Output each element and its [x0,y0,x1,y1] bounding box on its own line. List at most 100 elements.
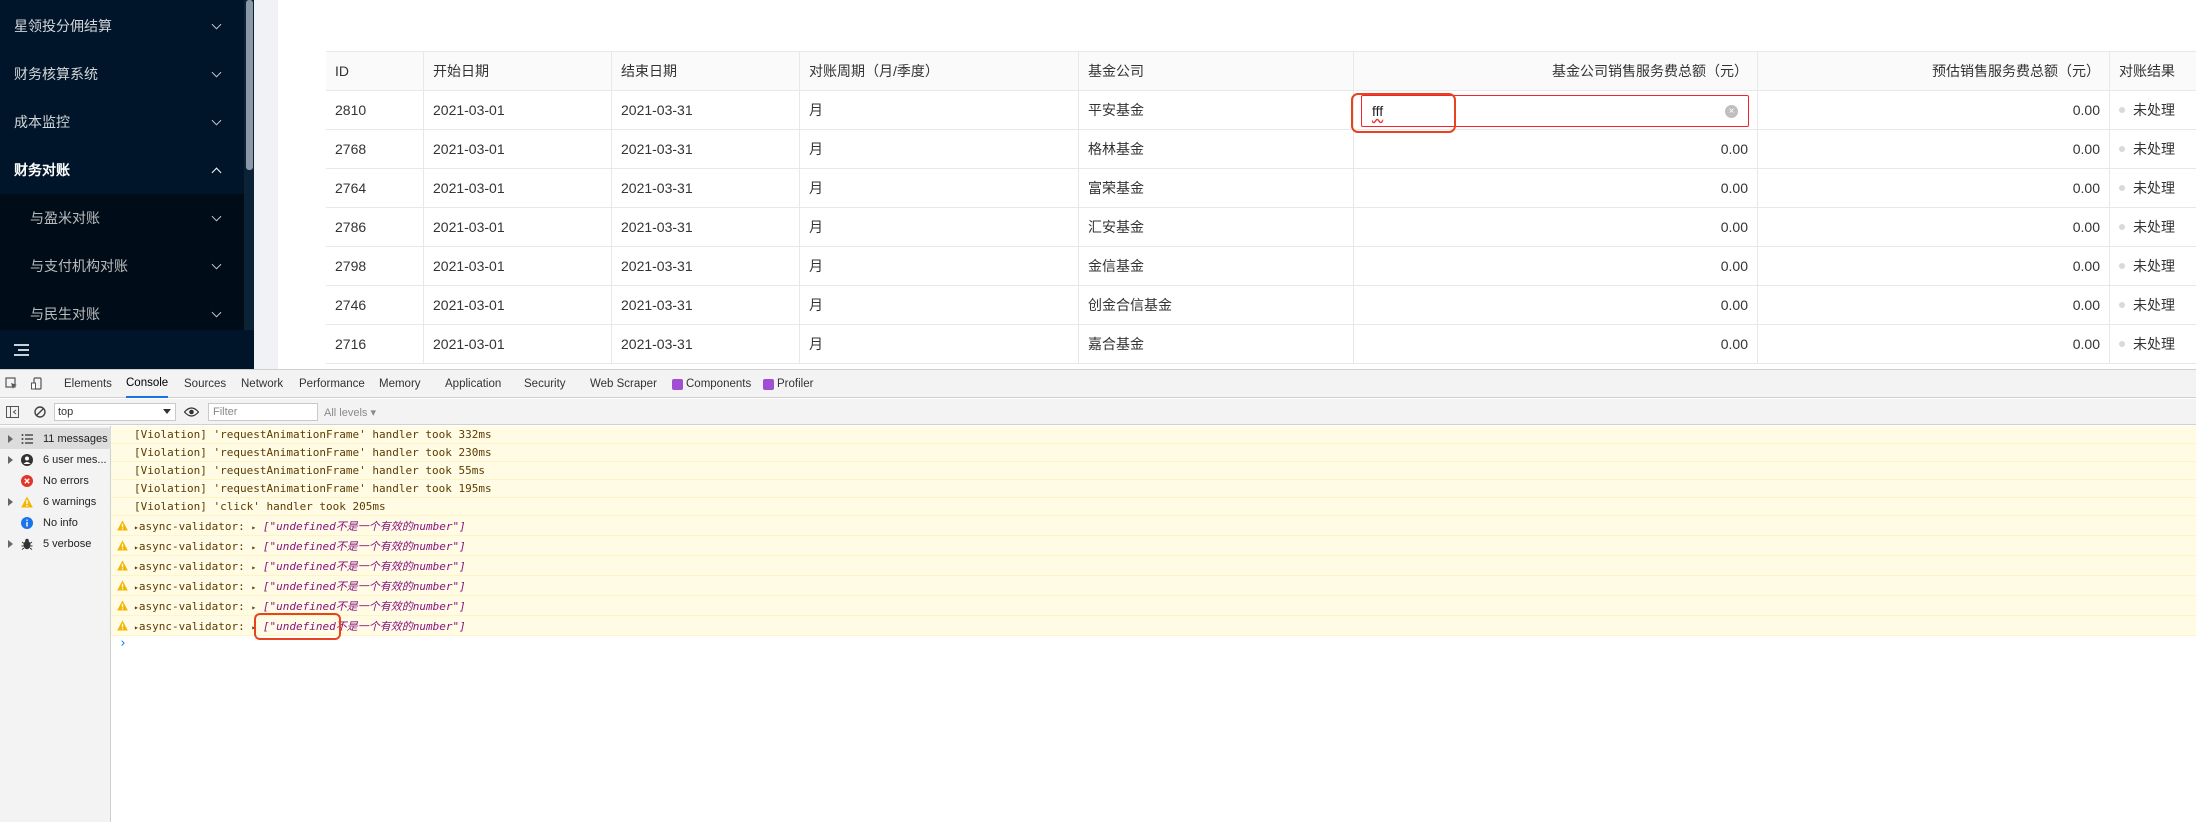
console-sidebar-label: 6 warnings [43,495,97,508]
table-cell-start: 2021-03-01 [424,325,612,364]
console-sidebar-item[interactable]: No errors [0,470,111,491]
sidebar-subitem-label: 与支付机构对账 [30,258,128,274]
status-text: 未处理 [2133,219,2175,235]
expand-triangle-icon [8,539,13,548]
sidebar-item-reconciliation[interactable]: 财务对账 [0,146,244,194]
sidebar-subitem-payment[interactable]: 与支付机构对账 [0,242,244,290]
chevron-down-icon [211,67,222,77]
console-message-text: [Violation] 'requestAnimationFrame' hand… [134,446,492,459]
caret-down-icon [163,409,171,414]
table-cell-fee: 0.00 [1354,325,1758,364]
devtools-tab-console[interactable]: Console [126,370,169,398]
table-cell-id: 2786 [326,208,424,247]
console-sidebar-label: No info [43,516,78,529]
warning-value: ["undefined不是一个有效的number"] [262,579,466,593]
eye-icon[interactable] [184,407,199,417]
sidebar-toggle-icon[interactable] [6,406,19,418]
console-message[interactable]: [Violation] 'requestAnimationFrame' hand… [111,426,2196,444]
react-devtools-icon [763,378,774,390]
console-message[interactable]: ▸async-validator: ▸ ["undefined不是一个有效的nu… [111,536,2196,556]
sidebar-item-accounting[interactable]: 财务核算系统 [0,50,244,98]
console-message-text: ▸async-validator: ▸ ["undefined不是一个有效的nu… [134,579,466,593]
sidebar-item-commission[interactable]: 星领投分佣结算 [0,2,244,50]
table-cell-end: 2021-03-31 [612,91,800,130]
table-cell-id: 2764 [326,169,424,208]
status-text: 未处理 [2133,141,2175,157]
table-cell-start: 2021-03-01 [424,208,612,247]
sidebar-scrollbar[interactable] [246,0,253,170]
console-messages: [Violation] 'requestAnimationFrame' hand… [111,426,2196,822]
sidebar-item-cost-monitor[interactable]: 成本监控 [0,98,244,146]
context-select[interactable]: top [54,403,176,421]
status-dot-icon [2119,107,2125,113]
devtools-tab-profiler[interactable]: Profiler [763,370,813,398]
table-cell-period: 月 [800,286,1079,325]
table-cell-end: 2021-03-31 [612,208,800,247]
console-sidebar-item[interactable]: 5 verbose [0,533,111,554]
table-cell-company: 创金合信基金 [1079,286,1354,325]
devtools-tab-performance[interactable]: Performance [299,370,365,398]
clear-console-icon[interactable] [34,406,46,418]
device-toolbar-icon[interactable] [31,377,44,390]
sidebar-item-label: 成本监控 [14,114,70,130]
clear-input-icon[interactable]: × [1725,105,1738,118]
devtools-tab-components[interactable]: Components [672,370,751,398]
console-prompt[interactable]: › [119,636,127,651]
devtools-tab-label: Application [445,378,502,390]
console-message[interactable]: [Violation] 'requestAnimationFrame' hand… [111,444,2196,462]
console-message[interactable]: ▸async-validator: ▸ ["undefined不是一个有效的nu… [111,556,2196,576]
warning-prefix: async-validator: [138,539,245,553]
sidebar-subitem-label: 与民生对账 [30,306,100,322]
sidebar-collapse-button[interactable] [0,330,254,369]
header-id: ID [326,51,424,91]
devtools-tab-security[interactable]: Security [524,370,566,398]
inspect-element-icon[interactable] [5,377,18,390]
devtools-tab-web-scraper[interactable]: Web Scraper [590,370,657,398]
console-message[interactable]: [Violation] 'requestAnimationFrame' hand… [111,480,2196,498]
devtools-tab-label: Elements [64,378,112,390]
devtools-tab-label: Profiler [777,378,814,390]
console-message[interactable]: ▸async-validator: ▸ ["undefined不是一个有效的nu… [111,596,2196,616]
console-sidebar-item[interactable]: 6 warnings [0,491,111,512]
sidebar-subitem-yingmi[interactable]: 与盈米对账 [0,194,244,242]
table-cell-fee: 0.00 [1354,208,1758,247]
list-icon [21,433,33,444]
table-cell-start: 2021-03-01 [424,286,612,325]
warning-icon [117,580,128,591]
console-message-text: [Violation] 'requestAnimationFrame' hand… [134,464,485,477]
console-sidebar-label: 5 verbose [43,537,92,550]
table-cell-period: 月 [800,208,1079,247]
console-sidebar-label: 11 messages [43,432,108,445]
log-levels-dropdown[interactable]: All levels ▾ [324,406,376,419]
devtools-tab-label: Web Scraper [590,378,657,390]
table-cell-est: 0.00 [1758,208,2110,247]
console-message[interactable]: [Violation] 'click' handler took 205ms [111,498,2196,516]
devtools-tab-elements[interactable]: Elements [64,370,112,398]
devtools-tab-sources[interactable]: Sources [184,370,226,398]
console-sidebar-item[interactable]: 11 messages [0,428,111,449]
warning-prefix: async-validator: [138,579,245,593]
table-cell-est: 0.00 [1758,247,2110,286]
table-cell-id: 2810 [326,91,424,130]
console-message[interactable]: ▸async-validator: ▸ ["undefined不是一个有效的nu… [111,616,2196,636]
devtools-tab-network[interactable]: Network [241,370,283,398]
devtools-tab-label: Network [241,378,284,390]
devtools-tab-application[interactable]: Application [445,370,501,398]
console-message[interactable]: ▸async-validator: ▸ ["undefined不是一个有效的nu… [111,576,2196,596]
console-sidebar-item[interactable]: No info [0,512,111,533]
status-dot-icon [2119,146,2125,152]
console-filter-input[interactable]: Filter [208,403,318,421]
console-sidebar-item[interactable]: 6 user mes... [0,449,111,470]
chevron-down-icon [211,307,222,317]
console-message[interactable]: ▸async-validator: ▸ ["undefined不是一个有效的nu… [111,516,2196,536]
header-result: 对账结果 [2110,51,2196,91]
table-cell-company: 平安基金 [1079,91,1354,130]
console-message[interactable]: [Violation] 'requestAnimationFrame' hand… [111,462,2196,480]
table-cell-start: 2021-03-01 [424,130,612,169]
table-cell-start: 2021-03-01 [424,91,612,130]
expand-triangle-icon [8,497,13,506]
devtools-tab-memory[interactable]: Memory [379,370,421,398]
table-cell-status: 未处理 [2110,286,2196,325]
table-cell-est: 0.00 [1758,286,2110,325]
table-cell-fee: 0.00 [1354,247,1758,286]
